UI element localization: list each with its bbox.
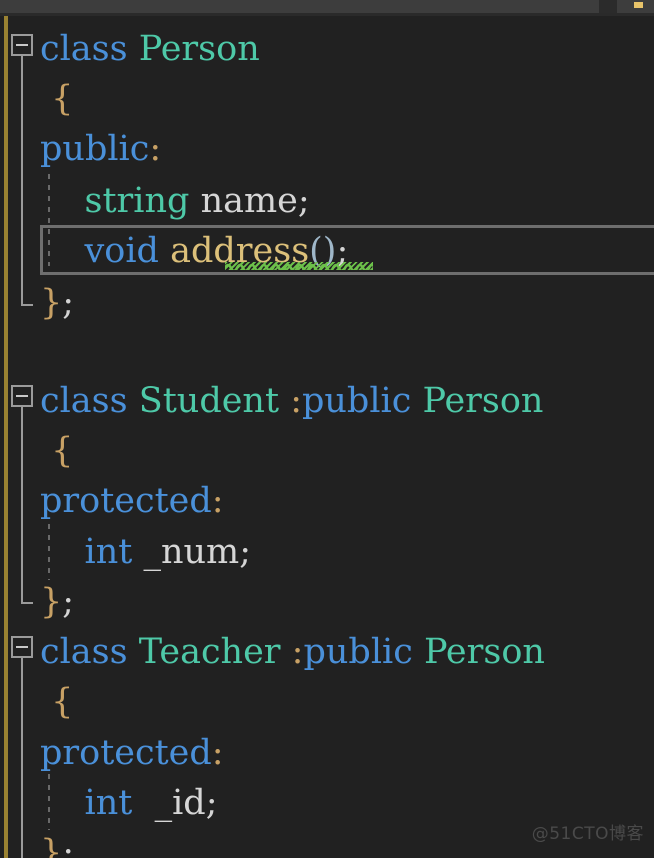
error-squiggle [225, 262, 373, 270]
code-line-text: string name; [84, 181, 310, 221]
code-line[interactable]: class Person [0, 24, 654, 74]
code-line-text: protected: [40, 481, 224, 521]
code-line[interactable]: }; [0, 278, 654, 328]
code-surface[interactable]: class Person { public: string name; void… [0, 16, 654, 858]
watermark: @51CTO博客 [531, 824, 644, 844]
code-line[interactable]: string name; [0, 176, 654, 226]
top-bar-gap [599, 0, 617, 13]
code-editor: class Person { public: string name; void… [0, 0, 654, 858]
code-line[interactable]: { [0, 677, 654, 727]
bookmark-marker-icon[interactable] [634, 2, 643, 8]
code-line-text: int _id; [84, 783, 218, 823]
code-line[interactable]: public: [0, 124, 654, 174]
code-line-text: int _num; [84, 532, 252, 572]
code-line[interactable]: protected: [0, 728, 654, 778]
code-line[interactable]: }; [0, 577, 654, 627]
code-line-text: class Student :public Person [40, 381, 544, 421]
code-line[interactable]: int _num; [0, 527, 654, 577]
code-line-text: class Teacher :public Person [40, 632, 545, 672]
code-line-text: }; [40, 833, 75, 858]
code-line-text: }; [40, 283, 75, 323]
code-line[interactable]: protected: [0, 476, 654, 526]
code-line-blank[interactable] [0, 328, 654, 378]
code-line-text: public: [40, 129, 162, 169]
code-line[interactable]: class Teacher :public Person [0, 627, 654, 677]
code-line-text: { [40, 682, 74, 722]
code-line-text: }; [40, 582, 75, 622]
code-line-text: { [40, 79, 74, 119]
code-line[interactable]: { [0, 426, 654, 476]
code-line-text: protected: [40, 733, 224, 773]
editor-top-bar[interactable] [0, 0, 654, 13]
code-line-text: { [40, 431, 74, 471]
code-line-text: class Person [40, 29, 260, 69]
code-line[interactable]: { [0, 74, 654, 124]
code-line[interactable]: class Student :public Person [0, 376, 654, 426]
